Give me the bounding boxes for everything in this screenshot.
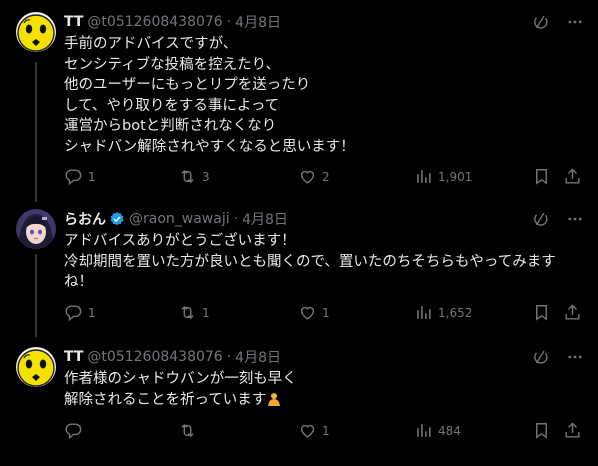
text-line: 運営からbotと判断されなくなり bbox=[64, 118, 277, 134]
share-button[interactable] bbox=[563, 167, 582, 186]
text-line: ね！ bbox=[64, 274, 93, 290]
like-icon bbox=[298, 303, 317, 322]
text-line: 作者様のシャドウバンが一刻も早く bbox=[64, 371, 297, 387]
like-button[interactable]: 1 bbox=[298, 421, 330, 440]
header-icons bbox=[532, 13, 584, 31]
user-handle[interactable]: @t0512608438076 bbox=[87, 14, 222, 30]
views-count: 1,901 bbox=[438, 169, 473, 184]
tweet-text: 作者様のシャドウバンが一刻も早く 解除されることを祈っています bbox=[64, 369, 297, 410]
views-button[interactable]: 1,652 bbox=[414, 303, 472, 322]
reply-icon bbox=[64, 303, 83, 322]
repost-button[interactable]: 1 bbox=[178, 303, 210, 322]
separator: · bbox=[226, 349, 232, 365]
text-line: 解除されることを祈っています bbox=[64, 391, 267, 408]
tweet-text: 手前のアドバイスですが、 センシティブな投稿を控えたり、 他のユーザーにもっとリ… bbox=[64, 34, 355, 157]
separator: · bbox=[226, 14, 232, 30]
verified-badge-icon[interactable] bbox=[109, 211, 125, 227]
header-icons bbox=[532, 210, 584, 228]
bookmark-button[interactable] bbox=[532, 303, 551, 322]
views-icon bbox=[414, 421, 433, 440]
display-name[interactable]: TT bbox=[64, 349, 83, 365]
text-line: 他のユーザーにもっとリプを送ったり bbox=[64, 77, 311, 93]
more-icon[interactable] bbox=[566, 348, 584, 366]
avatar[interactable] bbox=[16, 347, 56, 387]
tweet-text: アドバイスありがとうございます！ 冷却期間を置いた方が良いとも聞くので、置いたの… bbox=[64, 231, 556, 293]
reply-count: 1 bbox=[88, 305, 96, 320]
user-handle[interactable]: @raon_wawaji bbox=[129, 211, 230, 227]
tweet[interactable]: TT @t0512608438076 · 4月8日 作者様のシャドウバンが一刻も… bbox=[0, 347, 598, 447]
tweet-header: TT @t0512608438076 · 4月8日 bbox=[64, 347, 281, 367]
text-line-with-emoji: 解除されることを祈っています bbox=[64, 390, 297, 411]
bookmark-icon bbox=[532, 303, 551, 322]
text-line: して、やり取りをする事によって bbox=[64, 97, 280, 114]
like-count: 1 bbox=[322, 305, 330, 320]
share-icon bbox=[563, 167, 582, 186]
reply-button[interactable]: 1 bbox=[64, 167, 96, 186]
views-icon bbox=[414, 303, 433, 322]
separator: · bbox=[233, 211, 239, 227]
like-icon bbox=[298, 421, 317, 440]
views-button[interactable]: 484 bbox=[414, 421, 461, 440]
share-icon bbox=[563, 303, 582, 322]
grok-icon[interactable] bbox=[532, 13, 550, 31]
bookmark-button[interactable] bbox=[532, 421, 551, 440]
text-line: アドバイスありがとうございます！ bbox=[64, 233, 296, 249]
text-line: 手前のアドバイスですが、 bbox=[64, 36, 238, 52]
like-icon bbox=[298, 167, 317, 186]
share-button[interactable] bbox=[563, 421, 582, 440]
text-line: センシティブな投稿を控えたり、 bbox=[64, 56, 281, 73]
tweet[interactable]: TT @t0512608438076 · 4月8日 手前のアドバイスですが、 セ… bbox=[0, 12, 598, 192]
reply-button[interactable]: 1 bbox=[64, 303, 96, 322]
repost-icon bbox=[178, 421, 197, 440]
tweet[interactable]: らおん @raon_wawaji · 4月8日 アドバイスありがとうございます！… bbox=[0, 209, 598, 329]
repost-count: 3 bbox=[202, 169, 210, 184]
share-icon bbox=[563, 421, 582, 440]
tweet-header: TT @t0512608438076 · 4月8日 bbox=[64, 12, 281, 32]
reply-icon bbox=[64, 421, 83, 440]
repost-button[interactable]: 3 bbox=[178, 167, 210, 186]
like-count: 2 bbox=[322, 169, 330, 184]
text-line: 冷却期間を置いた方が良いとも聞くので、置いたのちそちらもやってみます bbox=[64, 253, 556, 270]
display-name[interactable]: TT bbox=[64, 14, 83, 30]
bookmark-button[interactable] bbox=[532, 167, 551, 186]
user-handle[interactable]: @t0512608438076 bbox=[87, 349, 222, 365]
action-bar: 1 484 bbox=[64, 421, 584, 441]
reply-button[interactable] bbox=[64, 421, 88, 440]
avatar[interactable] bbox=[16, 209, 56, 249]
header-icons bbox=[532, 348, 584, 366]
text-line: シャドバン解除されやすくなると思います！ bbox=[64, 138, 355, 155]
views-icon bbox=[414, 167, 433, 186]
like-button[interactable]: 1 bbox=[298, 303, 330, 322]
action-bar: 1 1 1 1,652 bbox=[64, 303, 584, 323]
post-date[interactable]: 4月8日 bbox=[242, 209, 288, 229]
more-icon[interactable] bbox=[566, 210, 584, 228]
display-name[interactable]: らおん bbox=[64, 209, 106, 229]
repost-icon bbox=[178, 303, 197, 322]
views-count: 1,652 bbox=[438, 305, 473, 320]
views-button[interactable]: 1,901 bbox=[414, 167, 472, 186]
share-button[interactable] bbox=[563, 303, 582, 322]
more-icon[interactable] bbox=[566, 13, 584, 31]
repost-button[interactable] bbox=[178, 421, 202, 440]
repost-icon bbox=[178, 167, 197, 186]
views-count: 484 bbox=[438, 423, 461, 438]
action-bar: 1 3 2 1,901 bbox=[64, 167, 584, 187]
like-button[interactable]: 2 bbox=[298, 167, 330, 186]
bookmark-icon bbox=[532, 421, 551, 440]
post-date[interactable]: 4月8日 bbox=[235, 12, 281, 32]
post-date[interactable]: 4月8日 bbox=[235, 347, 281, 367]
avatar[interactable] bbox=[16, 12, 56, 52]
tweet-header: らおん @raon_wawaji · 4月8日 bbox=[64, 209, 288, 229]
reply-count: 1 bbox=[88, 169, 96, 184]
grok-icon[interactable] bbox=[532, 210, 550, 228]
reply-icon bbox=[64, 167, 83, 186]
bookmark-icon bbox=[532, 167, 551, 186]
repost-count: 1 bbox=[202, 305, 210, 320]
bowing-person-emoji bbox=[268, 392, 281, 406]
grok-icon[interactable] bbox=[532, 348, 550, 366]
like-count: 1 bbox=[322, 423, 330, 438]
